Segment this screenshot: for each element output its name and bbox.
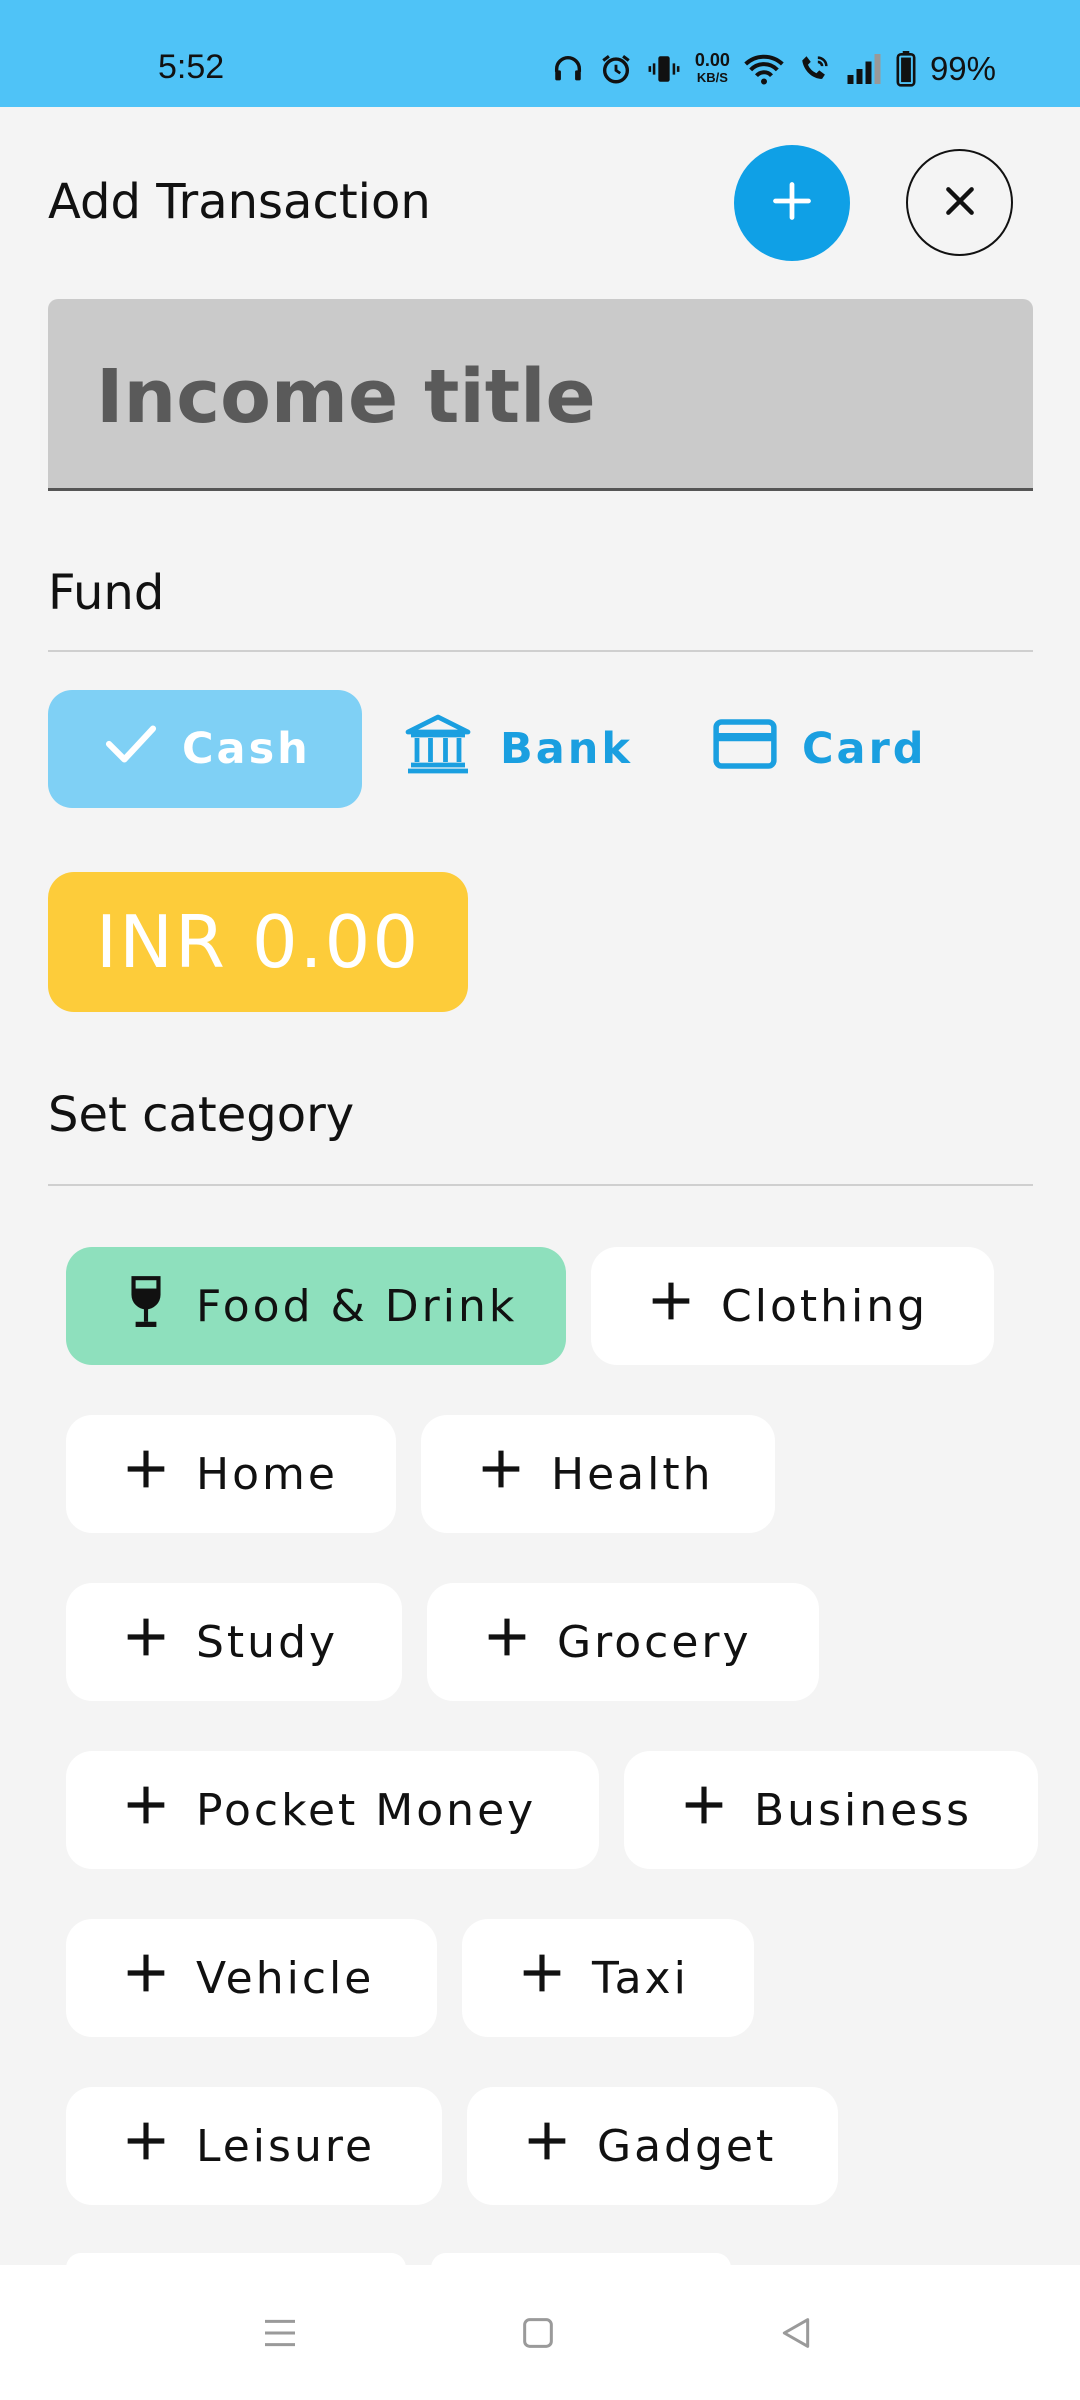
- plus-icon: [124, 2119, 196, 2174]
- check-icon: [104, 722, 182, 777]
- category-divider: [48, 1184, 1033, 1186]
- system-nav-bar: [0, 2265, 1080, 2400]
- plus-icon: [124, 1615, 196, 1670]
- wifi-call-icon: [798, 52, 832, 86]
- battery-icon: [896, 51, 916, 87]
- category-chip-label: Home: [196, 1448, 338, 1500]
- bank-icon: [400, 708, 500, 791]
- page-title: Add Transaction: [48, 174, 431, 230]
- net-speed: 0.00 KB/S: [694, 50, 730, 86]
- category-chip-label: Leisure: [196, 2120, 376, 2172]
- close-button[interactable]: [906, 149, 1013, 256]
- category-chip-study[interactable]: Study: [66, 1583, 402, 1701]
- fund-option-label: Cash: [182, 724, 311, 774]
- category-chip-label: Pocket Money: [196, 1784, 537, 1836]
- home-button[interactable]: [508, 2305, 568, 2365]
- plus-icon: [520, 1951, 592, 2006]
- plus-icon: [682, 1783, 754, 1838]
- category-chip-label: Taxi: [592, 1952, 689, 2004]
- category-chip-home[interactable]: Home: [66, 1415, 396, 1533]
- category-label: Set category: [48, 1087, 355, 1143]
- headphones-icon: [551, 52, 585, 86]
- plus-icon: [479, 1447, 551, 1502]
- credit-card-icon: [712, 716, 802, 783]
- add-button[interactable]: [734, 145, 850, 261]
- category-chip-label: Clothing: [721, 1280, 929, 1332]
- battery-percent: 99%: [929, 50, 996, 87]
- status-bar: 5:52 0.00 KB/S 99%: [0, 0, 1080, 107]
- category-chip-grocery[interactable]: Grocery: [427, 1583, 819, 1701]
- category-chip-business[interactable]: Business: [624, 1751, 1038, 1869]
- net-speed-value: 0.00: [694, 50, 730, 70]
- fund-option-bank[interactable]: Bank: [400, 690, 660, 808]
- category-chip-clothing[interactable]: Clothing: [591, 1247, 994, 1365]
- category-chip-gadget[interactable]: Gadget: [467, 2087, 838, 2205]
- menu-icon: [260, 2313, 300, 2357]
- home-square-icon: [518, 2313, 558, 2357]
- net-speed-unit: KB/S: [696, 70, 728, 85]
- category-chip-food-drink[interactable]: Food & Drink: [66, 1247, 566, 1365]
- status-icons: 0.00 KB/S 99%: [551, 50, 996, 88]
- category-chip-taxi[interactable]: Taxi: [462, 1919, 754, 2037]
- alarm-icon: [599, 52, 633, 86]
- category-chip-label: Business: [754, 1784, 973, 1836]
- plus-icon: [525, 2119, 597, 2174]
- plus-icon: [124, 1783, 196, 1838]
- fund-option-cash[interactable]: Cash: [48, 690, 362, 808]
- plus-icon: [649, 1279, 721, 1334]
- fund-label: Fund: [48, 565, 165, 621]
- amount-button[interactable]: INR 0.00: [48, 872, 468, 1012]
- category-chip-label: Grocery: [557, 1616, 752, 1668]
- income-title-field[interactable]: [48, 299, 1033, 491]
- close-icon: [940, 181, 980, 225]
- category-chip-leisure[interactable]: Leisure: [66, 2087, 442, 2205]
- category-chip-label: Food & Drink: [196, 1280, 518, 1332]
- wine-glass-icon: [124, 1274, 196, 1339]
- income-title-input[interactable]: [96, 347, 976, 447]
- plus-icon: [485, 1615, 557, 1670]
- category-chip-pocket-money[interactable]: Pocket Money: [66, 1751, 599, 1869]
- fund-option-card[interactable]: Card: [712, 690, 972, 808]
- signal-icon: [846, 54, 882, 84]
- category-chip-health[interactable]: Health: [421, 1415, 775, 1533]
- plus-icon: [124, 1951, 196, 2006]
- category-chip-label: Vehicle: [196, 1952, 375, 2004]
- status-time: 5:52: [158, 48, 225, 86]
- fund-option-label: Bank: [500, 724, 634, 774]
- fund-option-label: Card: [802, 724, 927, 774]
- plus-icon: [124, 1447, 196, 1502]
- plus-icon: [770, 179, 814, 227]
- back-button[interactable]: [766, 2305, 826, 2365]
- category-chip-label: Health: [551, 1448, 714, 1500]
- wifi-icon: [744, 52, 784, 86]
- category-chip-label: Gadget: [597, 2120, 777, 2172]
- menu-button[interactable]: [250, 2305, 310, 2365]
- back-triangle-icon: [776, 2313, 816, 2357]
- category-chip-label: Study: [196, 1616, 339, 1668]
- category-chip-vehicle[interactable]: Vehicle: [66, 1919, 437, 2037]
- vibrate-icon: [647, 52, 681, 86]
- fund-divider: [48, 650, 1033, 652]
